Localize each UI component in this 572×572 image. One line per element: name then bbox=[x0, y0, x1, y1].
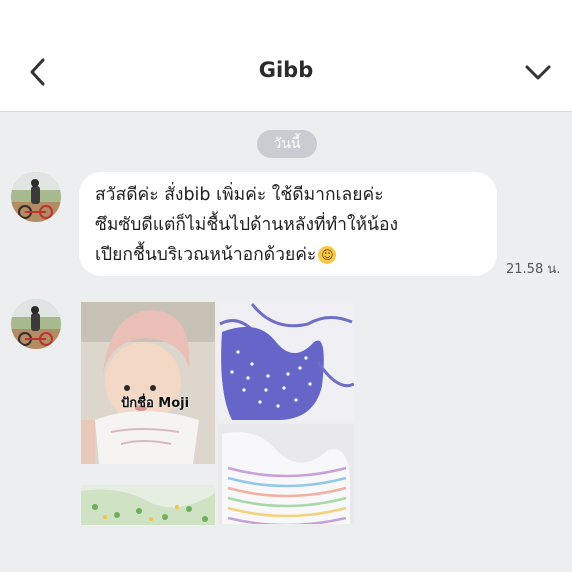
chevron-down-icon bbox=[525, 65, 551, 80]
message-timestamp: 21.58 น. bbox=[506, 262, 561, 277]
date-separator: วันนี้ bbox=[257, 130, 317, 158]
header-menu-button[interactable] bbox=[522, 58, 554, 86]
chat-header: Gibb bbox=[0, 0, 572, 112]
chat-area[interactable]: วันนี้ สวัสดีค่ะ สั่งbib เพิ่มค่ะ ใช้ดีม… bbox=[0, 112, 572, 572]
photo-baby-bib[interactable]: ปักชื่อ Moji bbox=[81, 302, 215, 464]
avatar[interactable] bbox=[11, 172, 61, 222]
message-line: สวัสดีค่ะ สั่งbib เพิ่มค่ะ ใช้ดีมากเลยค่… bbox=[95, 185, 384, 205]
message-bubble[interactable]: สวัสดีค่ะ สั่งbib เพิ่มค่ะ ใช้ดีมากเลยค่… bbox=[79, 172, 497, 276]
photo-green-bib[interactable] bbox=[81, 485, 215, 525]
message-line-text: เปียกชื้นบริเวณหน้าอกด้วยค่ะ bbox=[95, 245, 317, 265]
avatar[interactable] bbox=[11, 299, 61, 349]
chat-title: Gibb bbox=[258, 58, 314, 82]
message-line: ซึมซับดีแต่ก็ไม่ชื้นไปด้านหลังที่ทำให้น้… bbox=[95, 215, 399, 235]
smile-emoji-icon: ☺ bbox=[318, 246, 337, 264]
photo-caption: ปักชื่อ Moji bbox=[121, 396, 190, 411]
photo-blue-bib[interactable] bbox=[218, 302, 354, 420]
message-line-last: เปียกชื้นบริเวณหน้าอกด้วยค่ะ ☺ bbox=[95, 240, 483, 270]
photo-striped-bib[interactable] bbox=[218, 424, 354, 524]
